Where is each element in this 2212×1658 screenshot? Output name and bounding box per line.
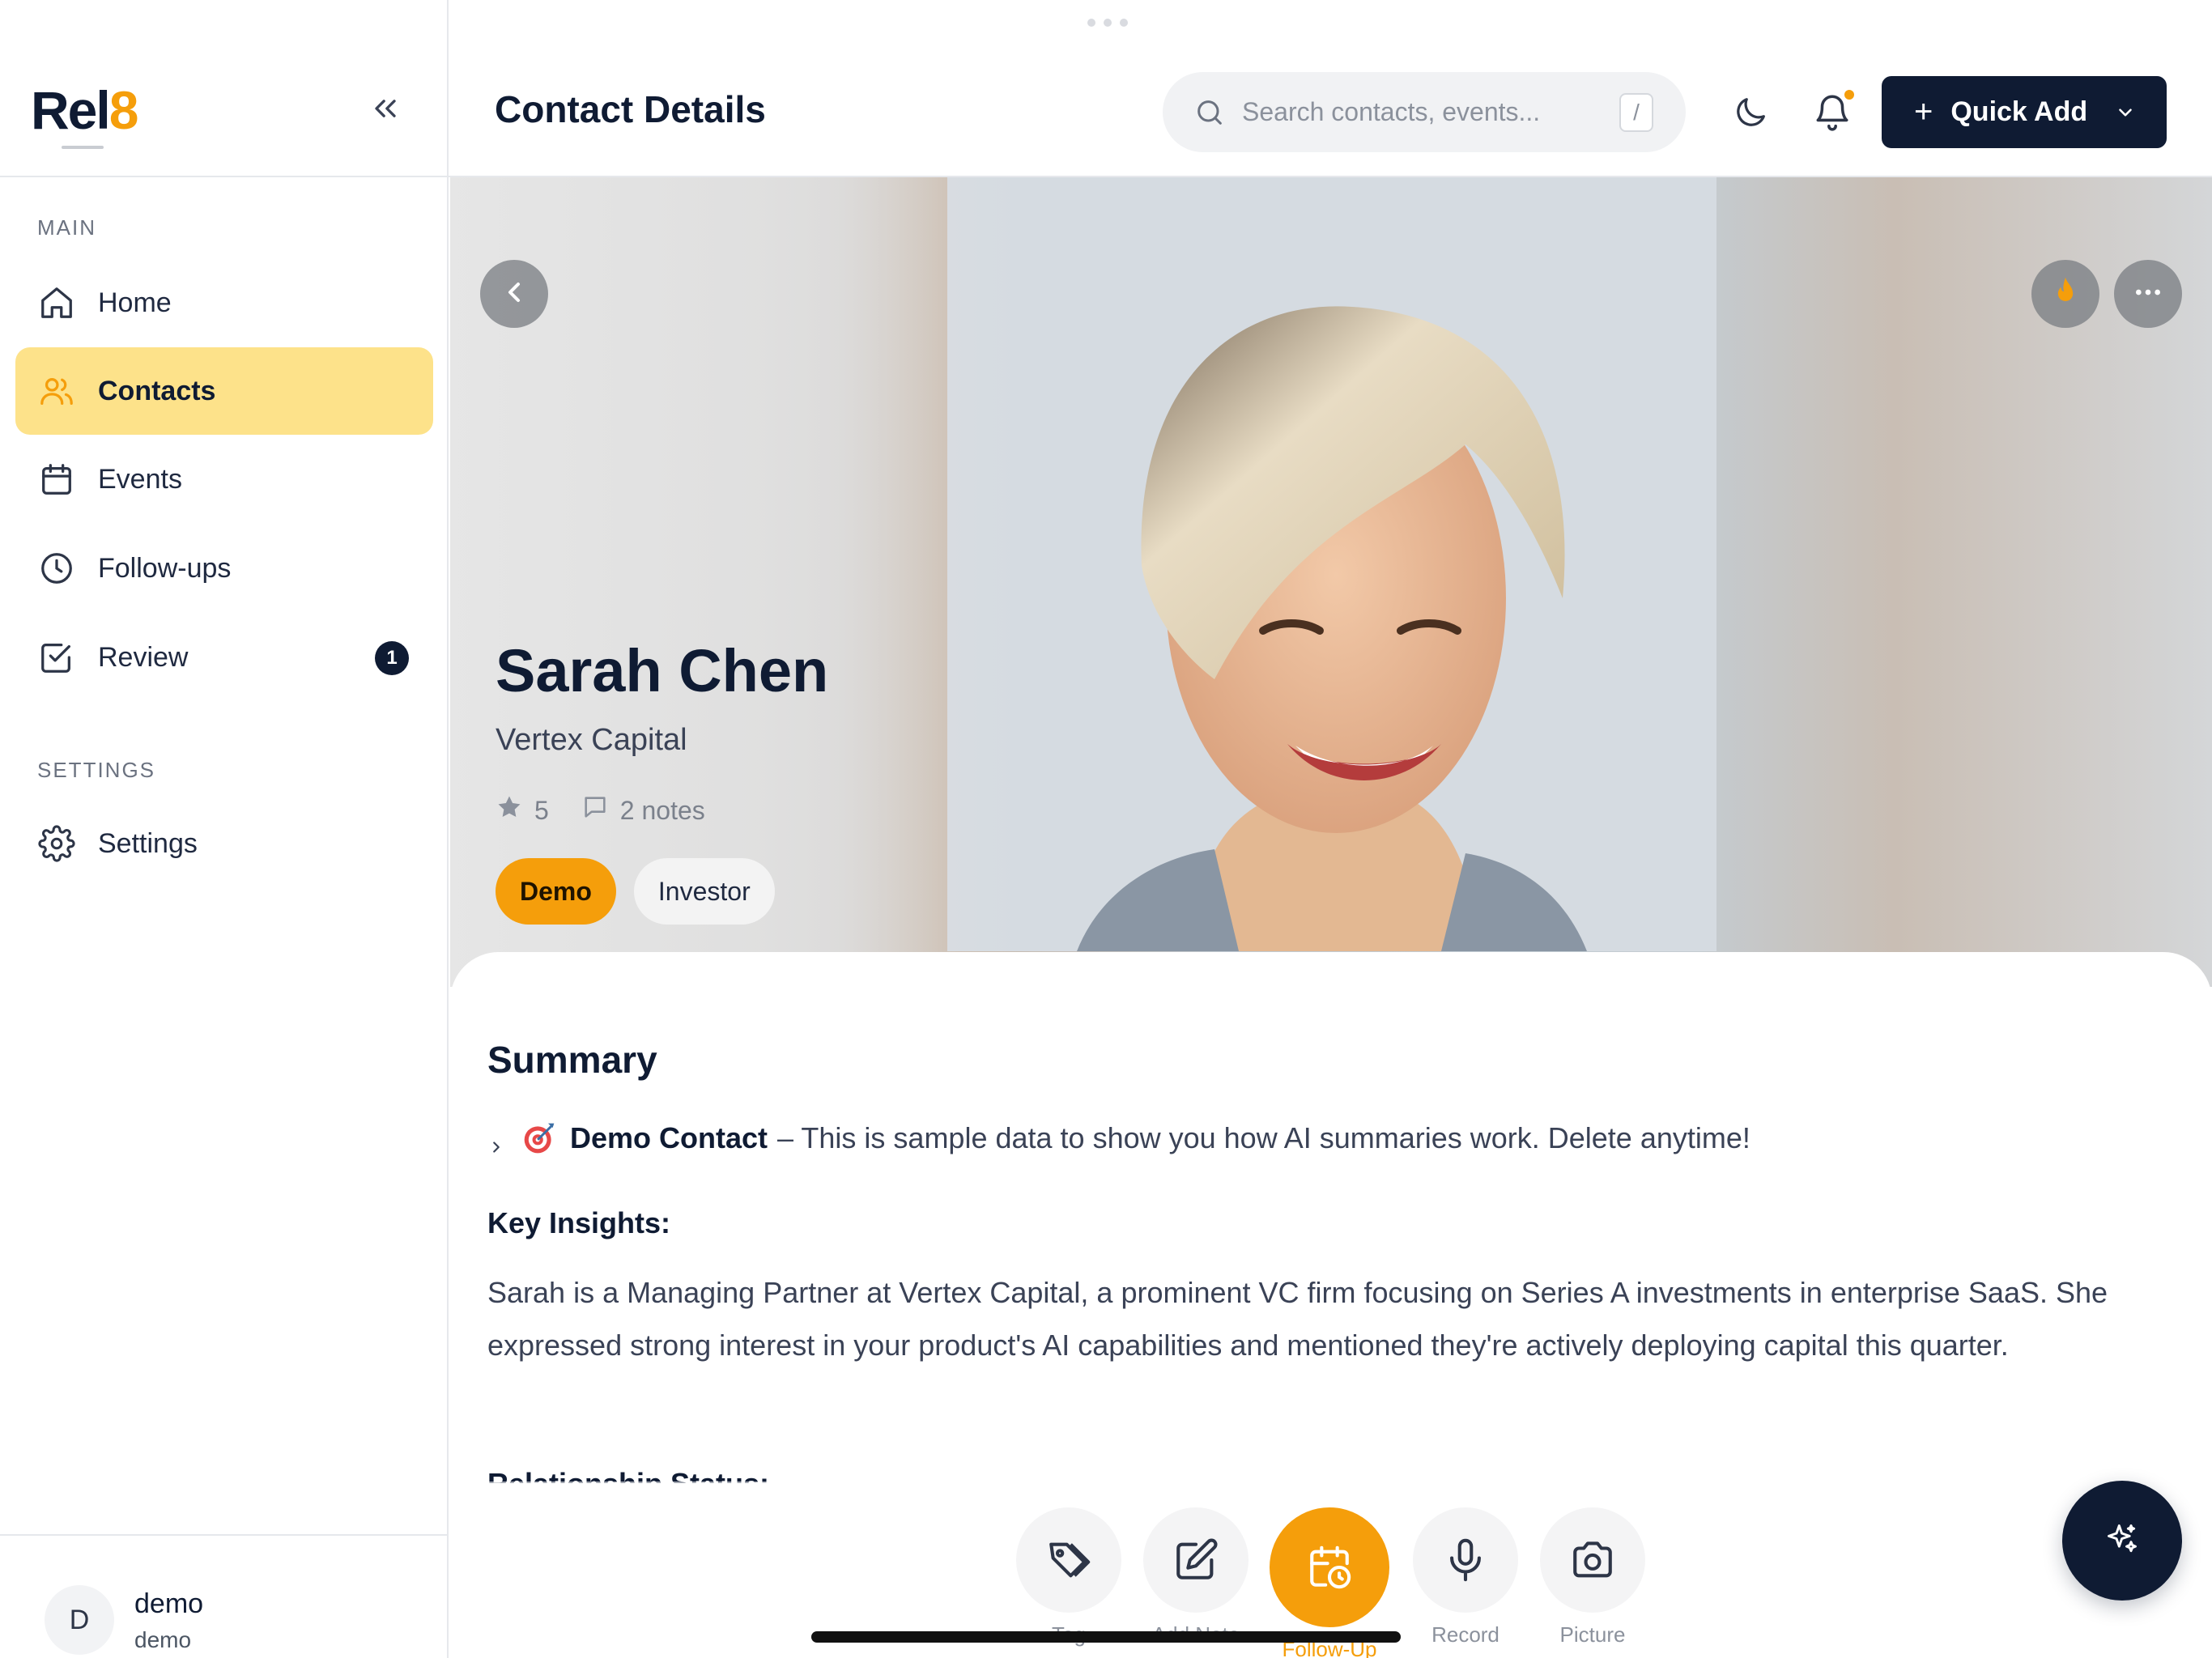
tag-investor[interactable]: Investor xyxy=(633,858,775,925)
chevron-down-icon xyxy=(2115,102,2136,123)
ai-assistant-button[interactable] xyxy=(2062,1481,2182,1601)
action-label: Picture xyxy=(1559,1622,1626,1647)
key-insights-title: Key Insights: xyxy=(487,1206,671,1239)
camera-icon xyxy=(1540,1507,1645,1613)
key-insights-text: Sarah is a Managing Partner at Vertex Ca… xyxy=(487,1276,2108,1362)
quick-add-button[interactable]: + Quick Add xyxy=(1882,76,2167,148)
notes-count[interactable]: 2 notes xyxy=(620,796,705,826)
sidebar-item-label: Events xyxy=(98,463,182,495)
check-square-icon xyxy=(38,639,75,676)
summary-title: Summary xyxy=(487,1039,657,1081)
rating-value: 5 xyxy=(534,795,549,825)
add-note-action[interactable]: Add Note xyxy=(1143,1507,1249,1647)
back-button[interactable] xyxy=(480,260,548,328)
review-count-badge: 1 xyxy=(375,641,409,675)
mic-icon xyxy=(1413,1507,1518,1613)
section-label-main: MAIN xyxy=(37,215,96,240)
sidebar-item-follow-ups[interactable]: Follow-ups xyxy=(15,525,433,612)
sidebar-item-settings[interactable]: Settings xyxy=(15,800,433,887)
home-indicator[interactable] xyxy=(811,1631,1401,1643)
sidebar-item-review[interactable]: Review 1 xyxy=(15,614,433,701)
section-label-settings: SETTINGS xyxy=(37,758,156,782)
search-shortcut-key: / xyxy=(1619,93,1653,132)
gear-icon xyxy=(38,825,75,862)
tag-icon xyxy=(1016,1507,1121,1613)
action-label: Record xyxy=(1431,1622,1499,1647)
moon-icon[interactable] xyxy=(1732,94,1769,131)
search-icon xyxy=(1193,96,1226,129)
demo-contact-text: – This is sample data to show you how AI… xyxy=(777,1121,1750,1154)
sidebar: Rel8 MAIN Home Contacts Events Follow-up… xyxy=(0,0,449,1658)
users-icon xyxy=(38,372,75,410)
sidebar-item-label: Home xyxy=(98,287,172,318)
app-logo[interactable]: Rel8 xyxy=(31,79,138,141)
sparkles-icon xyxy=(2104,1521,2140,1561)
edit-icon xyxy=(1143,1507,1249,1613)
user-name[interactable]: demo xyxy=(134,1588,203,1620)
drag-handle-dots[interactable] xyxy=(1087,19,1128,27)
star-icon xyxy=(496,793,523,827)
contact-name: Sarah Chen xyxy=(496,637,829,704)
chevron-right-icon xyxy=(487,1129,505,1153)
picture-action[interactable]: Picture xyxy=(1540,1507,1645,1647)
more-horizontal-icon xyxy=(2132,276,2164,312)
notification-dot xyxy=(1844,90,1854,100)
chevron-left-icon xyxy=(498,276,530,312)
hot-contact-button[interactable] xyxy=(2031,260,2099,328)
contact-tags: Demo Investor xyxy=(496,858,775,925)
contact-meta: 5 2 notes xyxy=(496,793,705,827)
plus-icon: + xyxy=(1914,94,1933,130)
sidebar-item-label: Contacts xyxy=(98,375,216,406)
sidebar-item-home[interactable]: Home xyxy=(15,259,433,346)
sidebar-item-label: Follow-ups xyxy=(98,552,232,584)
demo-contact-notice[interactable]: Demo Contact – This is sample data to sh… xyxy=(487,1120,1750,1156)
tag-demo[interactable]: Demo xyxy=(496,858,616,925)
home-icon xyxy=(38,284,75,321)
flame-icon xyxy=(2048,274,2083,314)
quick-add-label: Quick Add xyxy=(1950,96,2088,127)
avatar[interactable]: D xyxy=(45,1585,114,1655)
sidebar-item-label: Review xyxy=(98,641,189,673)
user-divider xyxy=(0,1534,449,1536)
target-icon xyxy=(521,1120,557,1156)
sidebar-divider xyxy=(0,176,449,177)
user-subtitle: demo xyxy=(134,1627,192,1652)
clock-icon xyxy=(38,550,75,587)
sidebar-item-events[interactable]: Events xyxy=(15,436,433,523)
relationship-status-title: Relationship Status: xyxy=(487,1464,769,1483)
page-title: Contact Details xyxy=(495,88,766,130)
sidebar-item-label: Settings xyxy=(98,827,198,859)
search-bar[interactable]: / xyxy=(1163,72,1686,152)
contact-photo[interactable] xyxy=(947,177,1716,951)
sidebar-item-contacts[interactable]: Contacts xyxy=(15,347,433,435)
demo-contact-label: Demo Contact xyxy=(570,1121,768,1154)
logo-underline xyxy=(62,146,104,149)
collapse-sidebar-icon[interactable] xyxy=(368,91,403,126)
contact-company: Vertex Capital xyxy=(496,723,687,757)
calendar-icon xyxy=(38,461,75,498)
more-options-button[interactable] xyxy=(2114,260,2182,328)
record-action[interactable]: Record xyxy=(1413,1507,1518,1647)
comment-icon xyxy=(581,793,609,827)
calendar-clock-icon xyxy=(1270,1507,1389,1627)
tag-action[interactable]: Tag xyxy=(1016,1507,1121,1647)
search-input[interactable] xyxy=(1242,97,1598,127)
